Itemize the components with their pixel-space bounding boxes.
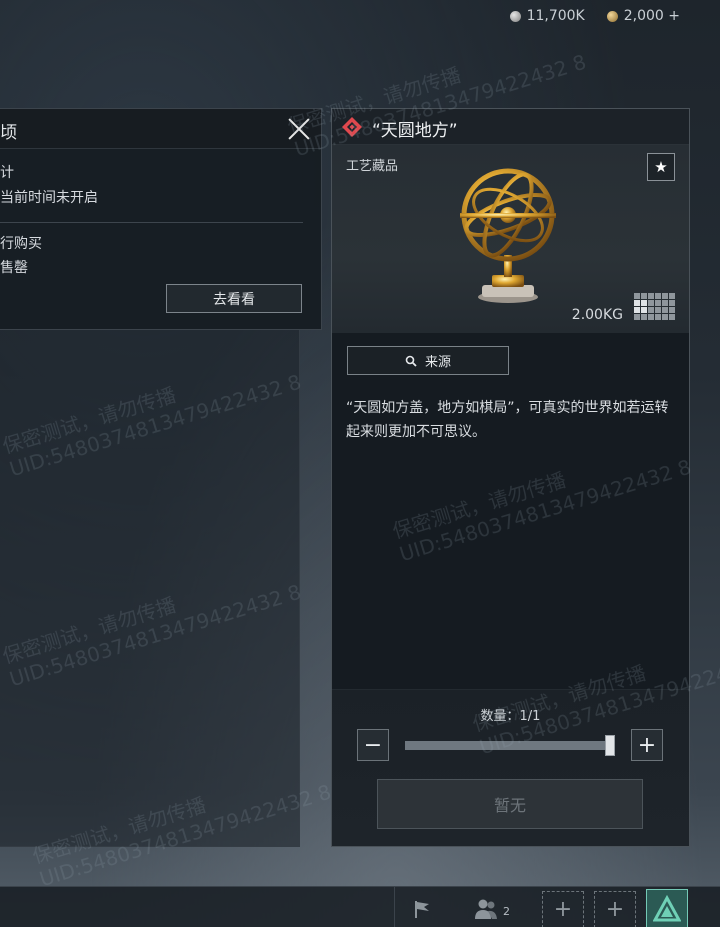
friends-icon[interactable] [474,898,498,920]
search-icon [405,355,417,367]
item-size-grid [634,293,675,320]
quantity-slider[interactable] [405,735,615,756]
close-icon[interactable] [285,115,313,143]
item-description: “天圆如方盖，地方如棋局”，可真实的世界如若运转起来则更加不可思议。 [346,400,669,440]
quantity-label: 数量：1/1 [480,709,541,724]
source-label: 来源 [424,355,451,370]
item-header: “天圆地方” [332,109,689,145]
item-detail-panel: “天圆地方” 工艺藏品 ★ 2.00KG 来源 “天圆如方盖，地方如棋局”，可真… [331,108,690,847]
item-category: 工艺藏品 [346,159,399,174]
slider-fill [405,741,615,750]
bottom-separator [394,887,395,927]
rarity-diamond-icon [342,117,362,137]
left-label-1: 计 [0,165,14,181]
team-leader-button[interactable] [646,889,688,927]
team-slot-add-button[interactable]: + [542,891,584,927]
source-button[interactable]: 来源 [347,346,509,375]
item-weight: 2.00KG [571,307,623,323]
silver-currency: 11,700K [509,8,585,24]
quantity-plus-button[interactable]: + [631,729,663,761]
purchase-button-disabled[interactable]: 暂无 [377,779,643,829]
gold-currency[interactable]: 2,000 + [606,8,680,24]
item-image-area: 工艺藏品 ★ 2.00KG [332,145,689,333]
sold-out-text: 售罄 [0,260,28,276]
left-panel-header: 顷 [0,109,321,149]
silver-amount: 11,700K [526,8,585,24]
silver-coin-icon [509,10,521,22]
quantity-minus-button[interactable]: − [357,729,389,761]
left-label-2: 行购买 [0,236,42,252]
gold-coin-icon [606,10,618,22]
item-title: “天圆地方” [372,121,458,141]
team-slot-add-button[interactable]: + [594,891,636,927]
currency-bar: 11,700K 2,000 + [509,8,680,24]
divider [0,222,303,223]
armillary-sphere-image [460,168,556,303]
flag-icon[interactable] [412,899,432,919]
left-status-text: 当前时间未开启 [0,190,98,206]
left-panel-title: 顷 [0,123,17,143]
gold-amount[interactable]: 2,000 + [624,8,680,24]
go-look-button[interactable]: 去看看 [166,284,302,313]
quantity-section: 数量：1/1 − + 暂无 [332,689,689,846]
triangle-emblem-icon [653,894,681,921]
friends-count: 2 [503,905,510,918]
bottom-bar: 2 + + [0,886,720,927]
slider-thumb[interactable] [605,735,615,756]
left-panel-background [0,330,300,847]
favorite-star-icon[interactable]: ★ [647,153,675,181]
left-info-panel: 顷 计 当前时间未开启 行购买 售罄 去看看 [0,108,322,330]
